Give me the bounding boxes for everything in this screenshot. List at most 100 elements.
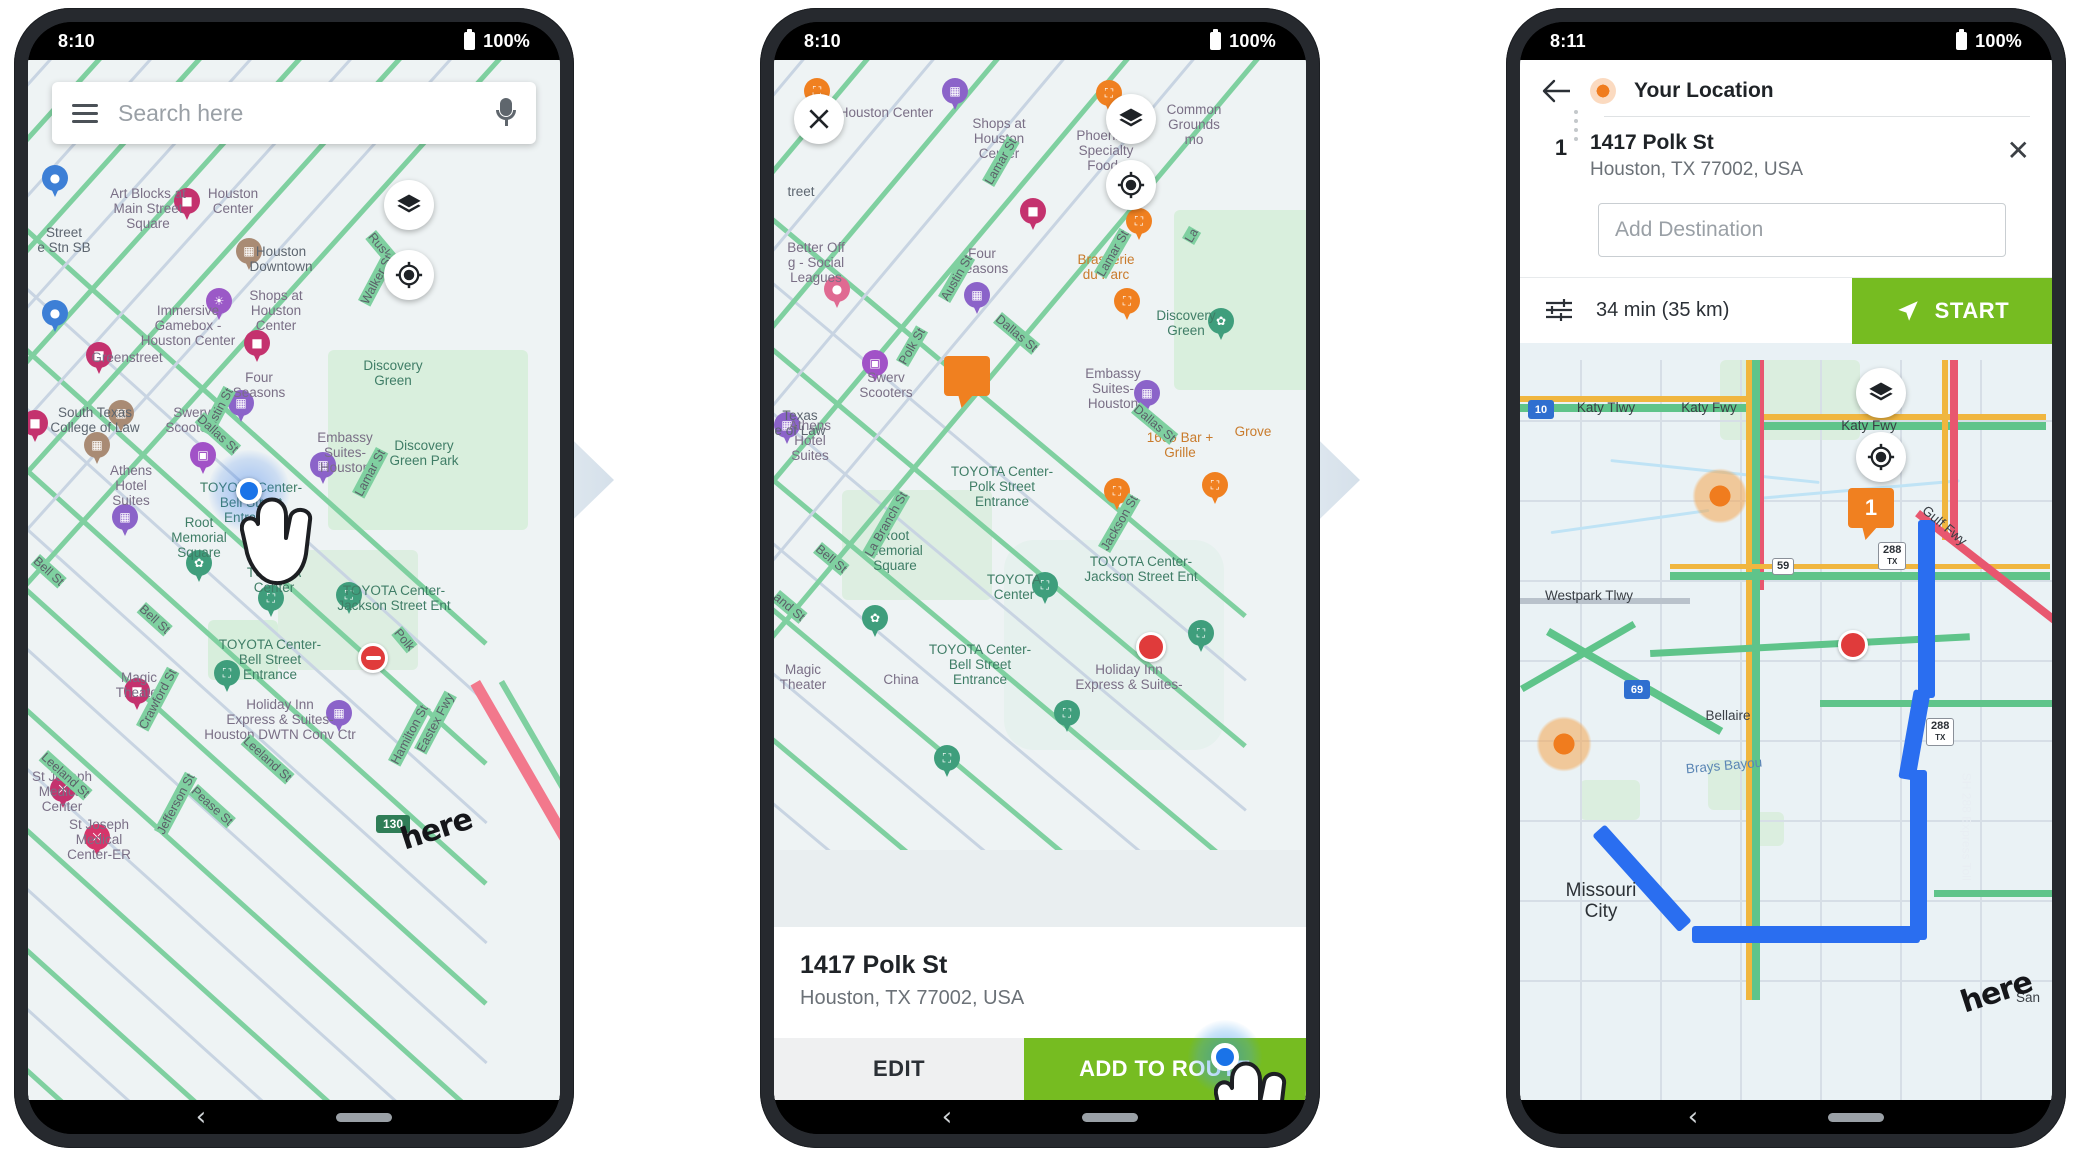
back-button[interactable]: ‹ [196,1104,206,1130]
remove-waypoint-button[interactable]: ✕ [2007,131,2030,165]
my-location-button[interactable] [1106,160,1156,210]
phone-1-frame: 8:10 100% ● ● ■ ▦ ☀ ■ ■ ▦ ■ ▦ ▣ ▦ ▦ ✿ ⛶ … [14,8,574,1148]
map-poi-pin[interactable]: ▣ [862,350,888,384]
waypoint-subtitle: Houston, TX 77002, USA [1590,159,1803,180]
map-poi-pin[interactable]: ⛶ [1188,620,1214,654]
map-poi-pin[interactable]: ■ [174,188,200,222]
route-connector-dots [1574,110,1578,146]
add-to-route-button[interactable]: ADD TO ROUTE [1024,1038,1306,1100]
flow-diagram: 8:10 100% ● ● ■ ▦ ☀ ■ ■ ▦ ■ ▦ ▣ ▦ ▦ ✿ ⛶ … [0,0,2082,1156]
map-poi-pin[interactable]: ▦ [942,78,968,112]
map-poi-pin[interactable]: ▦ [1134,380,1160,414]
back-button[interactable]: ‹ [1688,1104,1698,1130]
destination-marker[interactable]: 1 [1848,488,1894,528]
tap-point [1211,1043,1239,1071]
close-map-selection-button[interactable] [794,94,844,144]
no-entry-icon [358,643,388,673]
phone-2-frame: 8:10 100% ⛶ ▦ ⛶ ■ ⛶ ● ▦ ⛶ ✿ ▣ ▦ ▦ ⛶ ⛶ ⛶ … [760,8,1320,1148]
start-navigation-button[interactable]: START [1852,277,2052,344]
back-button[interactable]: ‹ [942,1104,952,1130]
map-poi-pin[interactable]: ⛶ [1114,288,1140,322]
search-input[interactable]: Search here [118,100,476,127]
map-canvas[interactable]: ● ● ■ ▦ ☀ ■ ■ ▦ ■ ▦ ▣ ▦ ▦ ✿ ⛶ ⛶ ⛶ ▦ ■ ⛌ … [28,60,560,1100]
map-poi-pin[interactable]: ⛶ [1202,472,1228,506]
map-poi-pin[interactable]: ■ [28,410,48,444]
map-poi-pin[interactable]: ▦ [84,432,110,466]
add-destination-input[interactable]: Add Destination [1598,203,2006,257]
home-pill[interactable] [1828,1112,1885,1122]
map-poi-pin[interactable]: ⛌ [84,824,110,858]
map-poi-pin[interactable]: ▦ [774,412,800,446]
status-bar: 8:11 100% [1520,22,2052,60]
waypoint-entry[interactable]: 1417 Polk St Houston, TX 77002, USA [1590,131,1803,181]
battery-icon [1210,29,1222,50]
map-poi-pin[interactable]: ■ [244,330,270,364]
phone-2-map-view[interactable]: ⛶ ▦ ⛶ ■ ⛶ ● ▦ ⛶ ✿ ▣ ▦ ▦ ⛶ ⛶ ⛶ ✿ ⛶ ⛶ ⛶ Ho… [774,60,1306,1100]
map-poi-pin[interactable]: ■ [1020,198,1046,232]
route-eta: 34 min (35 km) [1596,299,1730,321]
map-canvas[interactable]: 1 10 Katy Tlwy Katy Fwy Katy Fwy 59 West… [1520,360,2052,1100]
status-battery-level: 100% [483,30,530,51]
my-location-button[interactable] [384,250,434,300]
route-summary-bar: 34 min (35 km) START [1520,277,2052,344]
map-poi-pin[interactable]: ⛶ [1032,572,1058,606]
map-poi-pin[interactable]: ▦ [228,390,254,424]
map-poi-pin[interactable]: ⛶ [336,582,362,616]
map-poi-pin[interactable]: ▦ [236,238,262,272]
map-poi-pin[interactable]: ⛶ [214,660,240,694]
map-poi-pin[interactable]: ⛶ [258,585,284,619]
map-poi-pin[interactable]: ▦ [310,452,336,486]
route-polyline [1910,770,1927,940]
road-shield: 59 [1772,558,1795,575]
map-poi-pin[interactable]: ● [42,300,68,334]
selected-location-dot[interactable] [236,478,262,504]
hamburger-menu-icon[interactable] [72,99,98,128]
home-pill[interactable] [1082,1112,1139,1122]
map-poi-pin[interactable]: ⛶ [1054,700,1080,734]
android-nav-bar: ‹ [774,1100,1306,1134]
no-entry-icon [1838,630,1868,660]
microphone-icon[interactable] [496,96,516,130]
map-poi-pin[interactable]: ▦ [108,400,134,434]
map-layers-button[interactable] [384,180,434,230]
map-poi-pin[interactable]: ⛌ [50,776,76,810]
route-via-marker [1692,468,1748,524]
waypoint-index: 1 [1554,135,1568,160]
home-pill[interactable] [336,1112,393,1122]
map-poi-pin[interactable]: ✿ [1208,308,1234,342]
map-poi-pin[interactable]: ▦ [112,504,138,538]
android-nav-bar: ‹ [1520,1100,2052,1134]
route-settings-icon[interactable] [1544,298,1578,324]
map-poi-pin[interactable]: ⛶ [1126,208,1152,242]
map-poi-pin[interactable]: ▦ [964,282,990,316]
map-poi-pin[interactable]: ☀ [206,288,232,322]
phone-3-route-view[interactable]: 1 10 Katy Tlwy Katy Fwy Katy Fwy 59 West… [1520,60,2052,1100]
phone-1-map-view[interactable]: ● ● ■ ▦ ☀ ■ ■ ▦ ■ ▦ ▣ ▦ ▦ ✿ ⛶ ⛶ ⛶ ▦ ■ ⛌ … [28,60,560,1100]
status-battery-level: 100% [1229,30,1276,51]
search-bar[interactable]: Search here [52,82,536,144]
map-poi-pin[interactable]: ● [824,276,850,310]
route-polyline [1692,926,1920,943]
my-location-button[interactable] [1856,432,1906,482]
map-poi-pin[interactable]: ✿ [186,550,212,584]
map-layers-button[interactable] [1106,94,1156,144]
status-time: 8:11 [1550,30,1586,51]
map-poi-pin[interactable]: ▦ [326,700,352,734]
map-poi-pin[interactable]: ⛶ [1104,478,1130,512]
place-subtitle: Houston, TX 77002, USA [800,987,1025,1009]
edit-button[interactable]: EDIT [774,1038,1025,1100]
map-poi-pin[interactable]: ■ [86,342,112,376]
map-layers-button[interactable] [1856,368,1906,418]
back-arrow-icon[interactable] [1542,78,1572,104]
phone-3-frame: 8:11 100% 1 10 Katy Tlwy Katy Fwy Katy F… [1506,8,2066,1148]
orange-square-marker[interactable] [944,356,990,396]
map-canvas[interactable]: ⛶ ▦ ⛶ ■ ⛶ ● ▦ ⛶ ✿ ▣ ▦ ▦ ⛶ ⛶ ⛶ ✿ ⛶ ⛶ ⛶ Ho… [774,60,1306,850]
map-poi-pin[interactable]: ● [42,165,68,199]
battery-icon [1956,29,1968,50]
phone-1-screen: 8:10 100% ● ● ■ ▦ ☀ ■ ■ ▦ ■ ▦ ▣ ▦ ▦ ✿ ⛶ … [28,22,560,1134]
map-poi-pin[interactable]: ✿ [862,605,888,639]
route-origin-label[interactable]: Your Location [1634,79,1774,103]
map-poi-pin[interactable]: ■ [124,678,150,712]
map-poi-pin[interactable]: ⛶ [934,745,960,779]
status-time: 8:10 [804,30,841,51]
